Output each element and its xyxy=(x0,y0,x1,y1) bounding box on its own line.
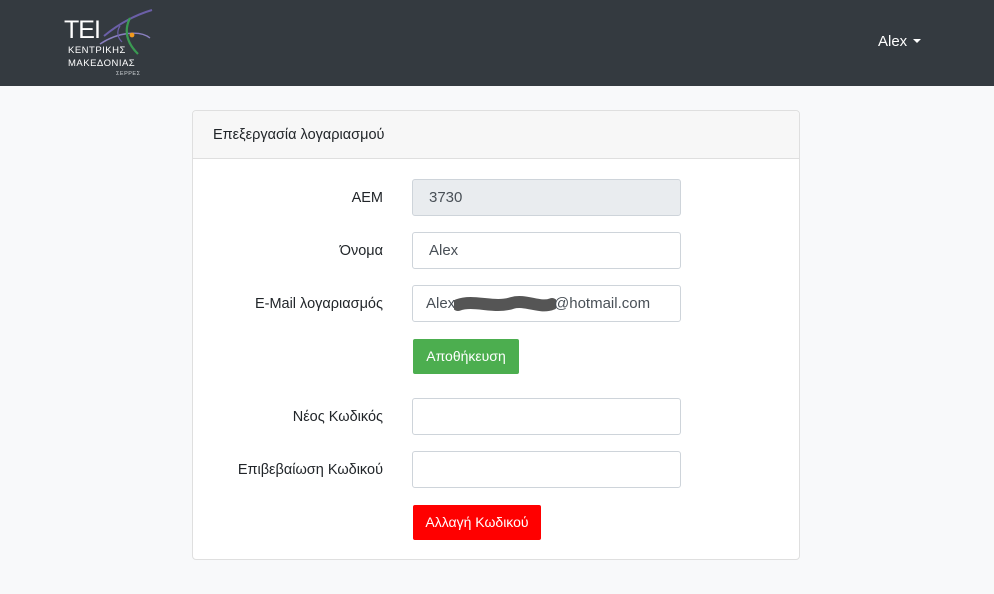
email-value-suffix: @hotmail.com xyxy=(554,295,651,312)
logo-line-2: ΜΑΚΕΔΟΝΙΑΣ xyxy=(68,58,136,69)
save-button[interactable]: Αποθήκευση xyxy=(413,339,519,374)
confirm-password-label: Επιβεβαίωση Κωδικού xyxy=(237,462,383,478)
confirm-password-field[interactable] xyxy=(412,451,681,488)
email-field[interactable]: Alex @hotmail.com xyxy=(412,285,681,322)
new-password-label: Νέος Κωδικός xyxy=(292,409,383,425)
aem-label: ΑΕΜ xyxy=(351,190,383,206)
tei-logo[interactable]: TEI ΚΕΝΤΡΙΚΗΣ ΜΑΚΕΔΟΝΙΑΣ ΣΕΡΡΕΣ xyxy=(60,8,160,80)
logo-mark: TEI xyxy=(64,16,101,44)
caret-down-icon xyxy=(913,39,922,43)
aem-field[interactable] xyxy=(412,179,681,216)
edit-account-card: Επεξεργασία λογαριασμού ΑΕΜ Όνομα E-Mail… xyxy=(192,110,800,560)
top-navbar: TEI ΚΕΝΤΡΙΚΗΣ ΜΑΚΕΔΟΝΙΑΣ ΣΕΡΡΕΣ Alex xyxy=(0,0,994,86)
card-header: Επεξεργασία λογαριασμού xyxy=(193,111,799,159)
logo-line-1: ΚΕΝΤΡΙΚΗΣ xyxy=(68,45,126,56)
email-value-prefix: Alex xyxy=(426,295,456,312)
name-field[interactable] xyxy=(412,232,681,269)
email-label: E-Mail λογαριασμός xyxy=(254,296,383,312)
change-password-button[interactable]: Αλλαγή Κωδικού xyxy=(413,505,541,540)
logo-line-3: ΣΕΡΡΕΣ xyxy=(116,71,141,77)
user-dropdown[interactable]: Alex xyxy=(878,33,922,51)
redaction-scribble xyxy=(454,296,556,312)
user-name: Alex xyxy=(878,33,908,50)
new-password-field[interactable] xyxy=(412,398,681,435)
name-label: Όνομα xyxy=(339,243,383,259)
